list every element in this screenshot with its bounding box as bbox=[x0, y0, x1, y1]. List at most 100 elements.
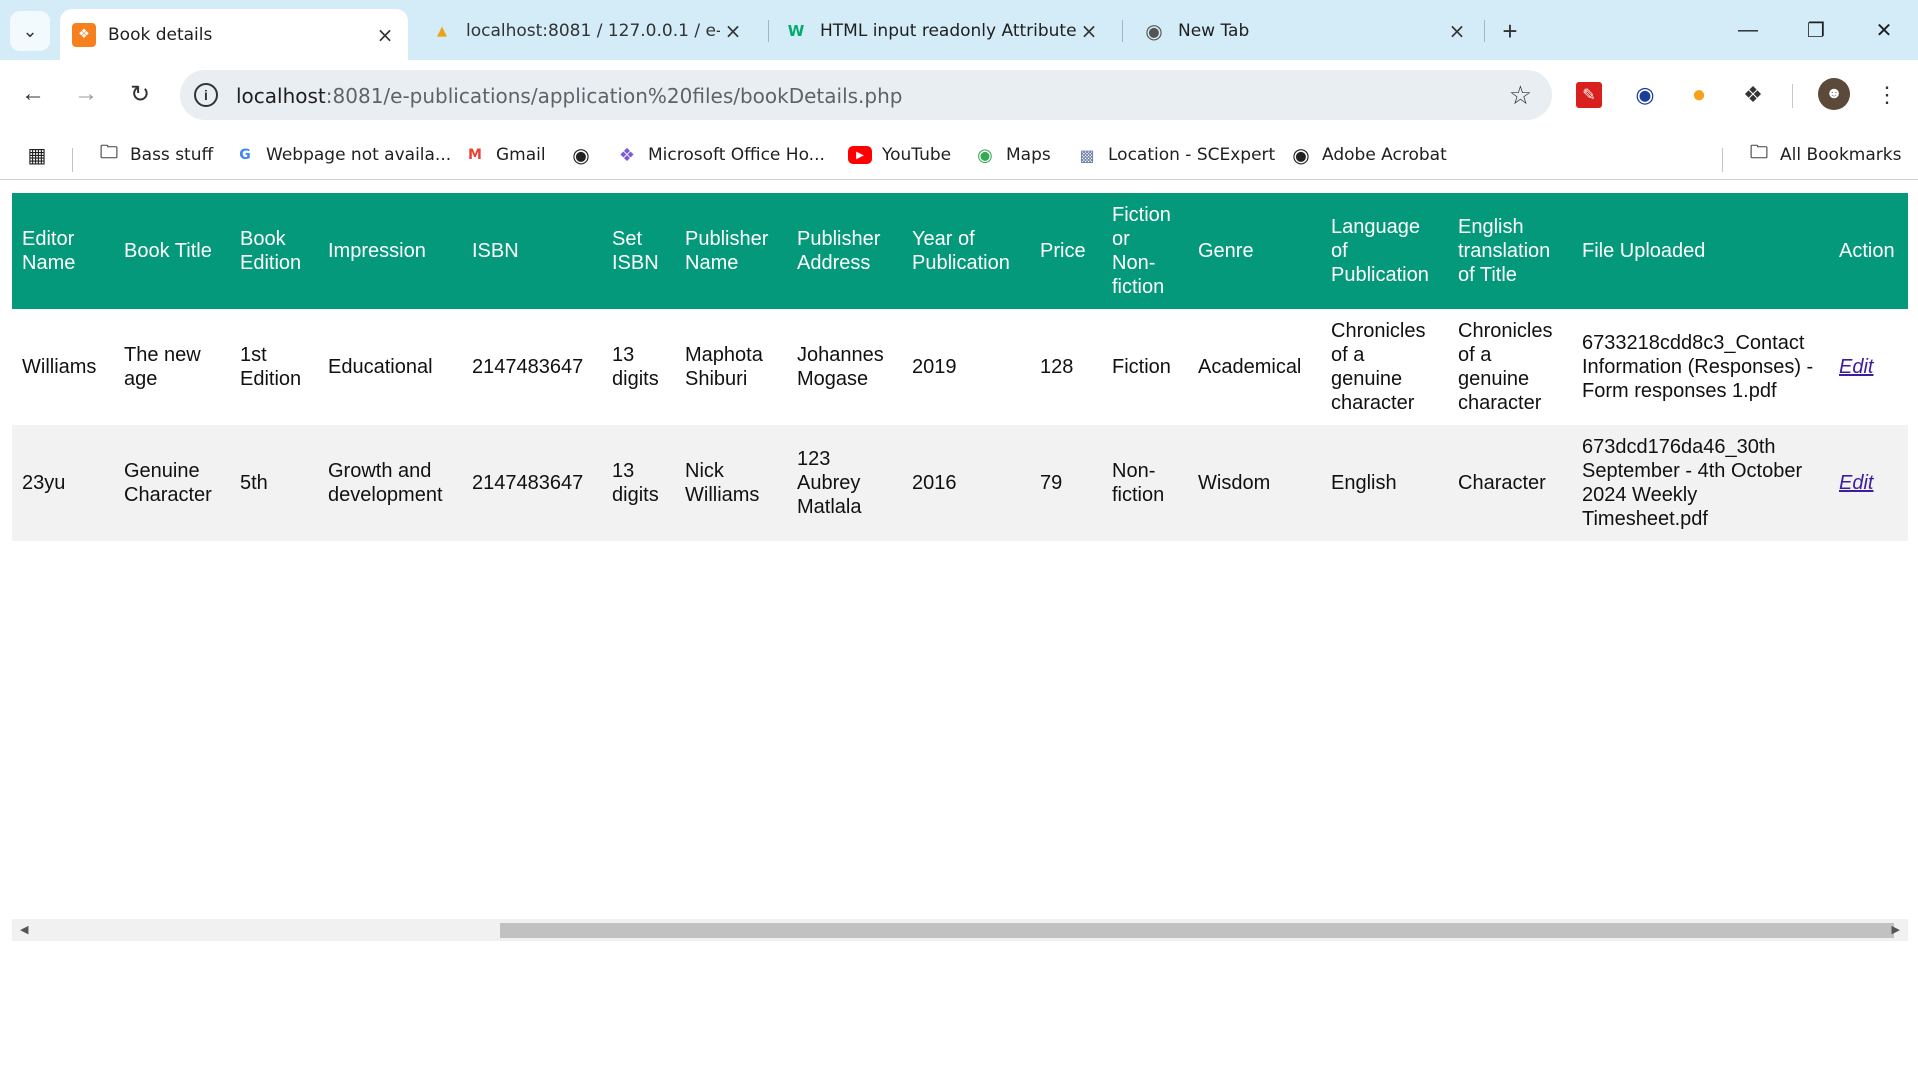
all-bookmarks-button[interactable]: 🗀 All Bookmarks bbox=[1748, 140, 1901, 170]
xampp-icon: ❖ bbox=[72, 22, 96, 47]
site-info-icon[interactable]: i bbox=[194, 83, 218, 107]
puzzle-extensions-icon[interactable]: ❖ bbox=[1738, 80, 1768, 110]
url-path: :8081/e-publications/application%20files… bbox=[325, 84, 903, 108]
scroll-left-icon[interactable]: ◀ bbox=[20, 923, 28, 936]
tab-title: Book details bbox=[108, 24, 213, 45]
column-header: Book Edition bbox=[230, 193, 318, 309]
cell-price: 128 bbox=[1040, 356, 1074, 378]
cell-language: English bbox=[1321, 425, 1448, 541]
close-window-button[interactable]: ✕ bbox=[1858, 12, 1910, 48]
tab-divider bbox=[768, 20, 769, 42]
tab-strip: ⌄ ❖ Book details × ▲ localhost:8081 / 12… bbox=[0, 0, 1918, 60]
url-host: localhost bbox=[236, 84, 326, 108]
column-header: Publisher Name bbox=[675, 193, 787, 309]
cell-action: Edit bbox=[1829, 425, 1908, 541]
scexpert-icon: ▩ bbox=[1079, 145, 1095, 165]
column-header: Genre bbox=[1188, 193, 1321, 309]
plus-icon: + bbox=[1502, 15, 1518, 46]
horizontal-scrollbar[interactable]: ◀ ▶ bbox=[12, 919, 1908, 941]
bookmark-globe[interactable]: ◉ bbox=[570, 140, 602, 170]
restore-button[interactable]: ❐ bbox=[1790, 12, 1842, 48]
bookmark-location-scexpert[interactable]: ▩ Location - SCExpert bbox=[1076, 140, 1275, 170]
bookmark-label: Location - SCExpert bbox=[1108, 145, 1276, 165]
folder-icon: 🗀 bbox=[1750, 142, 1768, 163]
close-icon[interactable]: × bbox=[1444, 18, 1470, 44]
forward-button[interactable]: → bbox=[66, 74, 106, 114]
cell-editor-name: 23yu bbox=[12, 425, 114, 541]
toolbar-divider bbox=[1792, 84, 1793, 108]
bookmark-star-icon[interactable]: ☆ bbox=[1509, 80, 1532, 111]
cell-book-title: Genuine Character bbox=[114, 425, 230, 541]
bookmark-youtube[interactable]: ▶ YouTube bbox=[848, 140, 951, 170]
cell-publisher-address: 123 Aubrey Matlala bbox=[787, 425, 902, 541]
cell-fiction: Non-fiction bbox=[1102, 425, 1188, 541]
cell-year: 2016 bbox=[902, 425, 1030, 541]
bookmarks-divider bbox=[1722, 148, 1723, 172]
orange-extension-icon[interactable]: ● bbox=[1684, 80, 1714, 110]
close-icon[interactable]: × bbox=[372, 22, 398, 48]
bookmark-maps[interactable]: ◉ Maps bbox=[974, 140, 1051, 170]
office-icon: ❖ bbox=[618, 144, 636, 166]
phpmyadmin-icon: ▲ bbox=[437, 23, 447, 39]
bookmark-gmail[interactable]: M Gmail bbox=[464, 140, 546, 170]
globe-icon: ◉ bbox=[572, 143, 590, 167]
bookmark-microsoft-office[interactable]: ❖ Microsoft Office Ho... bbox=[616, 140, 825, 170]
column-header: File Uploaded bbox=[1572, 193, 1829, 309]
bookmark-webpage-not-available[interactable]: G Webpage not availa... bbox=[234, 140, 451, 170]
edit-link[interactable]: Edit bbox=[1839, 356, 1873, 378]
tab-w3schools[interactable]: W HTML input readonly Attribute × bbox=[772, 10, 1112, 52]
arrow-left-icon: ← bbox=[21, 80, 45, 107]
menu-kebab-icon[interactable]: ⋮ bbox=[1872, 80, 1902, 110]
column-header: Price bbox=[1030, 193, 1102, 309]
column-header: Year of Publication bbox=[902, 193, 1030, 309]
new-tab-button[interactable]: + bbox=[1493, 14, 1527, 48]
pdf-extension-icon[interactable]: ✎ bbox=[1576, 82, 1602, 108]
cell-publisher-name: Nick Williams bbox=[675, 425, 787, 541]
cell-fiction: Fiction bbox=[1112, 356, 1171, 378]
tab-divider bbox=[1484, 20, 1485, 42]
cell-impression: Educational bbox=[328, 356, 433, 378]
bookmarks-divider bbox=[72, 148, 73, 172]
google-icon: G bbox=[239, 147, 251, 163]
youtube-icon: ▶ bbox=[848, 146, 872, 164]
minimize-button[interactable]: — bbox=[1722, 12, 1774, 48]
close-icon: ✕ bbox=[1875, 19, 1893, 42]
globe-icon: ◉ bbox=[1292, 143, 1310, 167]
minimize-icon: — bbox=[1738, 18, 1758, 41]
edit-link[interactable]: Edit bbox=[1839, 472, 1873, 494]
tab-divider bbox=[1122, 20, 1123, 42]
cell-set-isbn: 13 digits bbox=[612, 344, 659, 390]
apps-button[interactable]: ▦ bbox=[26, 140, 58, 170]
close-icon[interactable]: × bbox=[720, 18, 746, 44]
reload-button[interactable]: ↻ bbox=[120, 74, 160, 114]
cell-isbn: 2147483647 bbox=[462, 425, 602, 541]
book-details-table: Editor Name Book Title Book Edition Impr… bbox=[12, 193, 1908, 541]
cell-genre: Academical bbox=[1198, 356, 1302, 378]
bookmark-adobe-acrobat[interactable]: ◉ Adobe Acrobat bbox=[1290, 140, 1446, 170]
tab-phpmyadmin[interactable]: ▲ localhost:8081 / 127.0.0.1 / e-pu × bbox=[418, 10, 756, 52]
tab-search-button[interactable]: ⌄ bbox=[10, 11, 50, 51]
cell-impression: Growth and development bbox=[318, 425, 462, 541]
tab-title: HTML input readonly Attribute bbox=[820, 21, 1076, 41]
table-header-row: Editor Name Book Title Book Edition Impr… bbox=[12, 193, 1908, 309]
scroll-right-icon[interactable]: ▶ bbox=[1892, 923, 1900, 936]
arrow-right-icon: → bbox=[74, 80, 98, 107]
cell-book-edition: 1st Edition bbox=[240, 344, 302, 390]
bookmark-label: Bass stuff bbox=[130, 145, 214, 165]
bookmark-label: YouTube bbox=[882, 145, 952, 165]
profile-avatar[interactable]: ☻ bbox=[1818, 78, 1850, 110]
scrollbar-thumb[interactable] bbox=[500, 923, 1894, 938]
tab-book-details[interactable]: ❖ Book details × bbox=[60, 9, 408, 60]
cell-language: Chronicles of a genuine character bbox=[1331, 320, 1426, 414]
bookmark-label: Maps bbox=[1006, 145, 1051, 165]
bookmark-bass-stuff[interactable]: 🗀 Bass stuff bbox=[98, 140, 213, 170]
address-bar[interactable]: i localhost:8081/e-publications/applicat… bbox=[180, 70, 1552, 120]
table-row: Williams The new age 1st Edition Educati… bbox=[12, 309, 1908, 425]
column-header: Publisher Address bbox=[787, 193, 902, 309]
url-text[interactable]: localhost:8081/e-publications/applicatio… bbox=[236, 84, 902, 108]
tab-new-tab[interactable]: ◉ New Tab × bbox=[1130, 10, 1480, 52]
security-extension-icon[interactable]: ◉ bbox=[1630, 80, 1660, 110]
cell-file-uploaded: 6733218cdd8c3_Contact Information (Respo… bbox=[1582, 332, 1814, 402]
close-icon[interactable]: × bbox=[1076, 18, 1102, 44]
back-button[interactable]: ← bbox=[13, 74, 53, 114]
